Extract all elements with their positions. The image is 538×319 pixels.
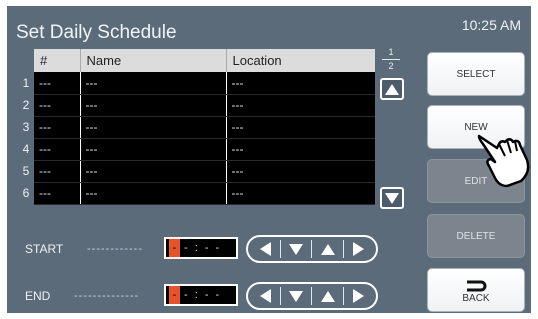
cell-name[interactable]: ---: [80, 72, 227, 95]
cell-name[interactable]: ---: [80, 182, 227, 205]
page-total: 2: [388, 61, 394, 71]
cell-number[interactable]: ---: [34, 94, 81, 117]
end-label: END: [25, 289, 51, 303]
arrow-left-icon[interactable]: [260, 242, 272, 256]
back-button[interactable]: BACK: [427, 268, 525, 312]
column-header-location: Location: [226, 49, 375, 72]
intercom-screen: Set Daily Schedule 10:25 AM # Name Locat…: [7, 6, 531, 313]
start-leader-dashes: ------------: [87, 243, 143, 255]
start-time-field[interactable]: - - : - -: [164, 237, 238, 259]
table-row[interactable]: 2 --- --- ---: [18, 94, 375, 117]
row-index-header: [18, 49, 34, 72]
table-row[interactable]: 5 --- --- ---: [18, 160, 375, 183]
table-header-row: # Name Location: [18, 49, 375, 72]
divider: [279, 287, 281, 305]
scroll-down-button[interactable]: [380, 187, 404, 209]
delete-button[interactable]: DELETE: [427, 214, 525, 258]
cell-name[interactable]: ---: [80, 116, 227, 139]
row-index: 3: [18, 116, 34, 138]
cell-number[interactable]: ---: [34, 72, 81, 95]
end-time-field[interactable]: - - : - -: [164, 284, 238, 306]
arrow-right-icon[interactable]: [352, 242, 364, 256]
row-index: 6: [18, 182, 34, 204]
divider: [343, 287, 345, 305]
cell-location[interactable]: ---: [226, 116, 375, 139]
column-header-name: Name: [80, 49, 227, 72]
arrow-down-icon: [385, 192, 399, 204]
cell-location[interactable]: ---: [226, 72, 375, 95]
back-icon: [467, 280, 487, 291]
divider: [343, 240, 345, 258]
end-leader-dashes: --------------: [74, 290, 140, 302]
start-time-cursor: -: [169, 239, 180, 257]
column-header-number: #: [34, 49, 81, 72]
back-label: BACK: [462, 292, 490, 304]
cell-number[interactable]: ---: [34, 116, 81, 139]
divider: [311, 287, 313, 305]
cell-name[interactable]: ---: [80, 138, 227, 161]
end-time-value: - : - -: [184, 289, 222, 301]
arrow-right-icon[interactable]: [352, 289, 364, 303]
divider: [279, 240, 281, 258]
arrow-down-icon[interactable]: [289, 243, 304, 255]
cell-number[interactable]: ---: [34, 182, 81, 205]
divider: [311, 240, 313, 258]
page-indicator: 1 2: [380, 47, 402, 72]
start-time-value: - : - -: [184, 242, 222, 254]
arrow-up-icon[interactable]: [320, 243, 335, 255]
arrow-up-icon: [385, 83, 399, 95]
row-index: 1: [18, 72, 34, 94]
table-row[interactable]: 4 --- --- ---: [18, 138, 375, 161]
page-divider: [382, 59, 400, 60]
table-row[interactable]: 1 --- --- ---: [18, 72, 375, 95]
arrow-left-icon[interactable]: [260, 289, 272, 303]
cell-name[interactable]: ---: [80, 160, 227, 183]
row-index: 4: [18, 138, 34, 160]
cell-number[interactable]: ---: [34, 160, 81, 183]
end-time-cursor: -: [169, 286, 180, 304]
table-row[interactable]: 3 --- --- ---: [18, 116, 375, 139]
cell-number[interactable]: ---: [34, 138, 81, 161]
arrow-down-icon[interactable]: [289, 290, 304, 302]
row-index: 5: [18, 160, 34, 182]
scroll-up-button[interactable]: [380, 78, 404, 100]
start-time-arrow-pad: [246, 235, 378, 263]
pointing-hand-icon: [477, 134, 530, 188]
cell-name[interactable]: ---: [80, 94, 227, 117]
cell-location[interactable]: ---: [226, 160, 375, 183]
page-current: 1: [388, 47, 394, 57]
page-title: Set Daily Schedule: [16, 22, 177, 43]
cell-location[interactable]: ---: [226, 182, 375, 205]
start-label: START: [25, 242, 64, 256]
arrow-up-icon[interactable]: [320, 290, 335, 302]
end-time-arrow-pad: [246, 282, 378, 310]
cell-location[interactable]: ---: [226, 94, 375, 117]
table-row[interactable]: 6 --- --- ---: [18, 182, 375, 205]
row-index: 2: [18, 94, 34, 116]
cell-location[interactable]: ---: [226, 138, 375, 161]
schedule-table: # Name Location 1 --- --- --- 2 --- --- …: [18, 49, 375, 205]
clock: 10:25 AM: [461, 17, 521, 33]
select-button[interactable]: SELECT: [427, 52, 525, 96]
